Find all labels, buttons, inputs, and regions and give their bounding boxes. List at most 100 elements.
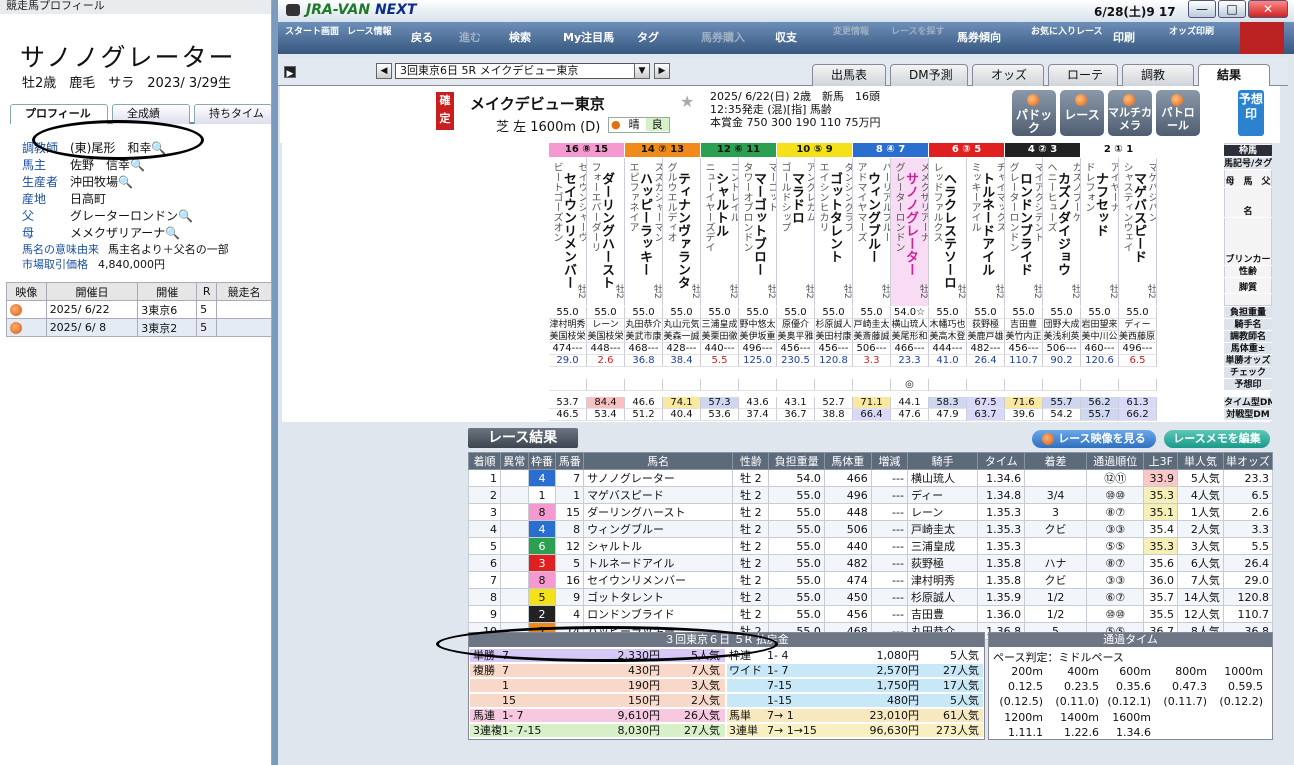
prediction-mark-cell[interactable] xyxy=(777,379,815,391)
profile-sire[interactable]: 父グレーターロンドン🔍 xyxy=(22,207,193,224)
play-video-icon[interactable] xyxy=(10,304,22,316)
prediction-mark-cell[interactable] xyxy=(701,379,739,391)
start-screen-button[interactable]: スタート画面 xyxy=(282,24,339,52)
race-select-dropdown-icon[interactable]: ▼ xyxy=(634,63,650,79)
favorite-star-icon[interactable]: ★ xyxy=(680,92,694,111)
next-race-button[interactable]: ▶ xyxy=(654,63,670,79)
close-button[interactable]: ✕ xyxy=(1248,0,1288,18)
table-row[interactable]: 2 1 1 マゲバスピード牡 2 55.0 496 --- ディー 1.34.8 3/4 ⑩⑩ 35.… xyxy=(468,486,1274,504)
horse-name[interactable]: トルネードアイル xyxy=(979,172,994,276)
horse-name[interactable]: ロンドンブライド xyxy=(1017,172,1032,276)
prev-race-button[interactable]: ◀ xyxy=(376,63,392,79)
tab-rotation[interactable]: ローテ xyxy=(1048,64,1118,86)
prediction-mark-cell[interactable] xyxy=(739,379,777,391)
back-button[interactable]: 戻る xyxy=(408,24,452,52)
prediction-mark-cell[interactable] xyxy=(929,379,967,391)
prediction-mark-cell[interactable] xyxy=(625,379,663,391)
print-button[interactable]: 印刷 xyxy=(1110,24,1160,52)
horse-column[interactable]: ゴールドシップ マラドロ アングレカム 牡2 xyxy=(777,158,815,306)
profile-dam[interactable]: 母メメクザリアーナ🔍 xyxy=(22,224,180,241)
horse-column[interactable]: レッドファルクス ヘラクレステソーロ 牡2 xyxy=(929,158,967,306)
maximize-button[interactable]: □ xyxy=(1218,0,1246,18)
find-race-button[interactable]: レースを探す xyxy=(888,24,948,52)
betting-trend-button[interactable]: 馬券傾向 xyxy=(954,24,1022,52)
horse-column[interactable]: エピファネイア ハッピーラッキー スズカシャーマン 牡2 xyxy=(625,158,663,306)
table-row[interactable]: 5 6 12 シャルトル牡 2 55.0 440 --- 三浦皇成 1.35.3 ⑤⑤ 35.3 3人… xyxy=(468,537,1274,555)
tab-best-times[interactable]: 持ちタイム xyxy=(194,104,272,124)
forward-button[interactable]: 進む xyxy=(456,24,500,52)
table-row[interactable]: 6 3 5 トルネードアイル牡 2 55.0 482 --- 荻野極 1.35.8 ハナ ⑧⑦ 35.… xyxy=(468,554,1274,572)
prediction-mark-cell[interactable]: ◎ xyxy=(891,379,929,391)
prediction-mark-cell[interactable] xyxy=(853,379,891,391)
prediction-mark-cell[interactable] xyxy=(549,379,587,391)
prediction-mark-cell[interactable] xyxy=(1043,379,1081,391)
race-select[interactable]: 3回東京6日 5R メイクデビュー東京 xyxy=(395,63,650,79)
prediction-mark-cell[interactable] xyxy=(1081,379,1119,391)
horse-name[interactable]: シャルトル xyxy=(713,172,728,237)
my-horses-button[interactable]: My注目馬 xyxy=(560,24,626,52)
multi-camera-button[interactable]: マルチカメラ xyxy=(1108,90,1152,136)
table-row[interactable]: 9 2 4 ロンドンブライド牡 2 55.0 456 --- 吉田豊 1.36.0 1/2 ⑩⑩ 35… xyxy=(468,605,1274,623)
race-info-button[interactable]: レース情報 xyxy=(344,24,402,52)
tab-dm[interactable]: DM予測 xyxy=(890,64,968,86)
prediction-mark-cell[interactable] xyxy=(815,379,853,391)
horse-name[interactable]: ヘラクレステソーロ xyxy=(941,172,956,289)
horse-name[interactable]: マゲバスピード xyxy=(1131,172,1146,263)
horse-name[interactable]: ウィングブルー xyxy=(865,172,880,263)
table-row[interactable]: 3 8 15 ダーリングハースト牡 2 55.0 448 --- レーン 1.35.3 3 ⑧⑦ 35… xyxy=(468,503,1274,521)
horse-name[interactable]: ハッピーラッキー xyxy=(637,172,652,276)
expand-icon[interactable]: ▶ xyxy=(284,66,296,79)
horse-name[interactable]: ダーリングハースト xyxy=(599,172,614,289)
prediction-mark-button[interactable]: 予想印 xyxy=(1238,90,1264,136)
horse-column[interactable]: アドマイヤマーズ ウィングブルー バーリアルブルー 牡2 xyxy=(853,158,891,306)
table-row[interactable]: 7 8 16 セイウンリメンバー牡 2 55.0 474 --- 津村明秀 1.35.8 クビ ③③… xyxy=(468,571,1274,589)
horse-column[interactable]: ニューイヤーズデイ シャルトル コントレイル 牡2 xyxy=(701,158,739,306)
horse-column[interactable]: ミッキーアイル トルネードアイル チャイマックス 牡2 xyxy=(967,158,1005,306)
horse-column[interactable]: エイシンヒカリ ゴットタレント ダンシングラブ 牡2 xyxy=(815,158,853,306)
tab-entries[interactable]: 出馬表 xyxy=(812,64,886,86)
horse-name[interactable]: カズノダイジョウ xyxy=(1055,172,1070,276)
horse-column[interactable]: ヘニーヒューズ カズノダイジョウ カズノブーケ 牡2 xyxy=(1043,158,1081,306)
search-icon[interactable]: 🔍 xyxy=(130,158,145,172)
horse-name[interactable]: ゴットタレント xyxy=(827,172,842,263)
prediction-mark-cell[interactable] xyxy=(663,379,701,391)
horse-column[interactable]: グレーターロンドン ロンドンブライド マイアクシデント 牡2 xyxy=(1005,158,1043,306)
table-row[interactable]: 2025/ 6/22 3東京6 5 xyxy=(6,300,272,319)
horse-name[interactable]: マラドロ xyxy=(789,172,804,224)
edit-race-memo-button[interactable]: レースメモを編集 xyxy=(1164,430,1270,448)
horse-column[interactable]: シャスティンウェイ マゲバスピード マゲバジバン 牡2 xyxy=(1119,158,1157,306)
table-row[interactable]: 4 4 8 ウィングブルー牡 2 55.0 506 --- 戸崎圭太 1.35.3 クビ ③③ 35.… xyxy=(468,520,1274,538)
tab-result[interactable]: 結果 xyxy=(1198,64,1270,86)
prediction-mark-cell[interactable] xyxy=(1005,379,1043,391)
horse-column[interactable]: グレーターロンドン サノノグレーター メメクザリアーナ 牡2 xyxy=(891,158,929,306)
tab-training[interactable]: 調教 xyxy=(1122,64,1194,86)
search-icon[interactable]: 🔍 xyxy=(118,175,133,189)
prediction-mark-cell[interactable] xyxy=(967,379,1005,391)
minimize-button[interactable]: — xyxy=(1188,0,1216,18)
watch-race-video-button[interactable]: レース映像を見る xyxy=(1032,430,1156,448)
horse-name[interactable]: マーゴットブロー xyxy=(751,172,766,276)
horse-name[interactable]: セイウンリメンバー xyxy=(561,172,576,289)
tag-button[interactable]: タグ xyxy=(634,24,690,52)
horse-column[interactable]: フォーエバーダーリ ダーリングハースト 牡2 xyxy=(587,158,625,306)
horse-column[interactable]: ドレフォン ナフセッド アイヤーナ 牡2 xyxy=(1081,158,1119,306)
horse-column[interactable]: グルウエルディオ ティナンヴァランタ 牡2 xyxy=(663,158,701,306)
changes-button[interactable]: 変更情報 xyxy=(830,24,882,52)
horse-column[interactable]: タワーオブロンドン マーゴットブロー マーゴット 牡2 xyxy=(739,158,777,306)
odds-print-button[interactable]: オッズ印刷 xyxy=(1166,24,1220,52)
horse-column[interactable]: ビートゴーズオン セイウンリメンバー セイウンシャーヴ 牡2 xyxy=(549,158,587,306)
search-button[interactable]: 検索 xyxy=(506,24,554,52)
race-video-button[interactable]: レース xyxy=(1060,90,1104,136)
paddock-button[interactable]: パドック xyxy=(1012,90,1056,136)
table-row[interactable]: 1 4 7 サノノグレーター牡 2 54.0 466 --- 横山琉人 1.34.6 ⑫⑪ 33.9… xyxy=(468,469,1274,487)
patrol-button[interactable]: パトロール xyxy=(1156,90,1200,136)
horse-name[interactable]: ティナンヴァランタ xyxy=(675,172,690,289)
tab-odds[interactable]: オッズ xyxy=(972,64,1044,86)
favorite-race-button[interactable]: お気に入りレース xyxy=(1028,24,1103,52)
profile-breeder[interactable]: 生産者 沖田牧場🔍 xyxy=(22,173,133,190)
horse-name[interactable]: ナフセッド xyxy=(1093,172,1108,237)
table-row[interactable]: 2025/ 6/ 8 3東京2 5 xyxy=(6,318,272,337)
play-video-icon[interactable] xyxy=(10,322,22,334)
balance-button[interactable]: 収支 xyxy=(772,24,824,52)
prediction-mark-cell[interactable] xyxy=(1119,379,1157,391)
